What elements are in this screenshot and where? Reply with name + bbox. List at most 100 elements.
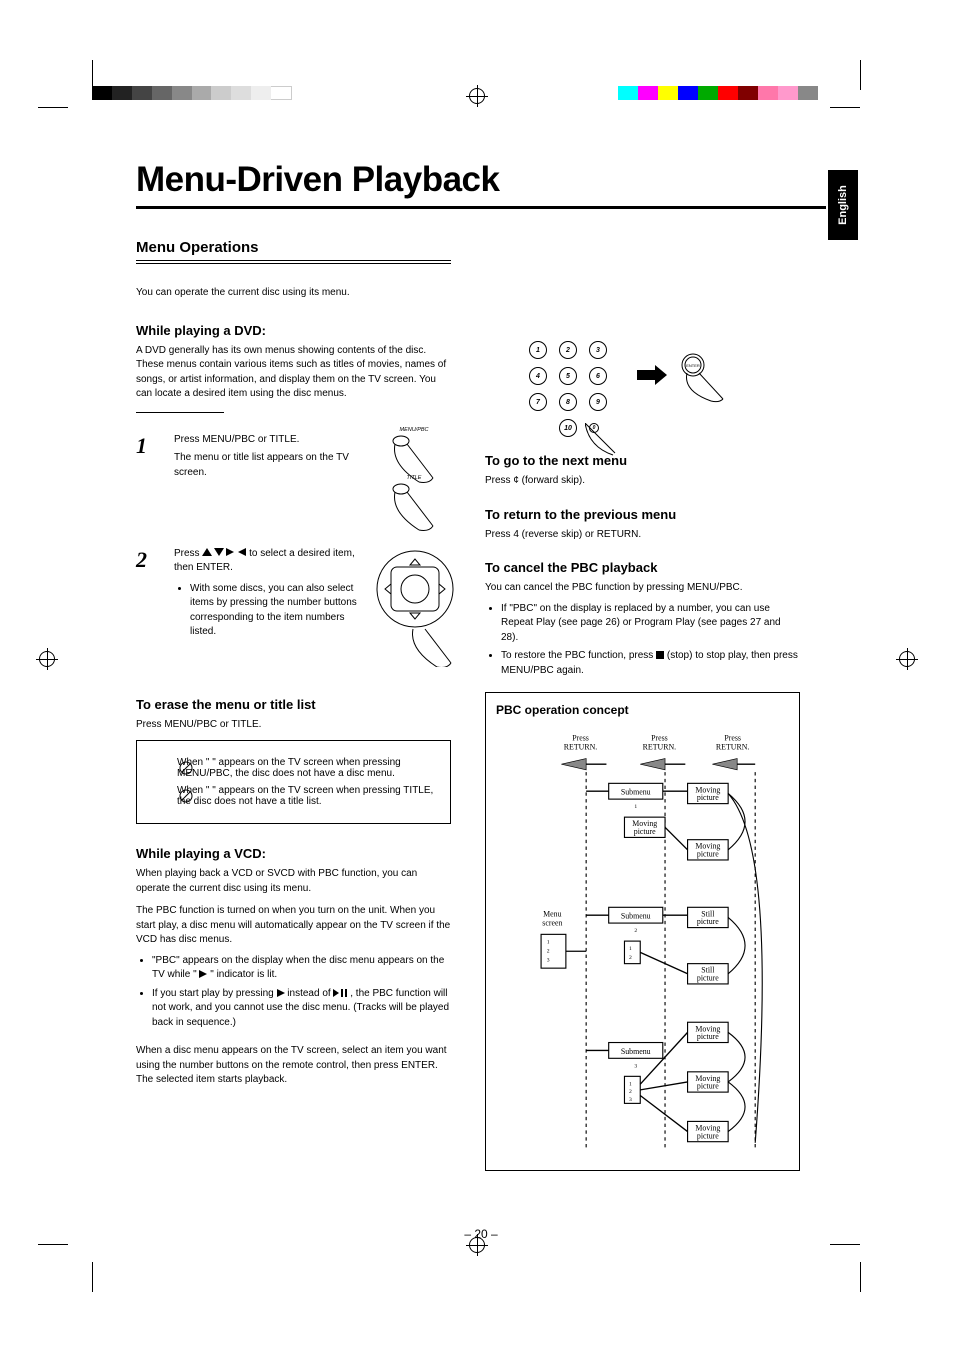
svg-text:Submenu: Submenu [621, 788, 651, 797]
left-arrow-icon [238, 548, 246, 556]
svg-text:picture: picture [697, 793, 719, 802]
intro-text: You can operate the current disc using i… [136, 286, 451, 301]
text: If "PBC" on the display is replaced by a… [501, 603, 781, 643]
vcd-p1: When playing back a VCD or SVCD with PBC… [136, 867, 451, 896]
svg-text:1: 1 [629, 946, 632, 952]
dvd-heading: While playing a DVD: [136, 323, 451, 338]
menu-pbc-label: MENU/PBC [389, 427, 439, 433]
svg-text:Submenu: Submenu [621, 1047, 651, 1056]
color-strip [618, 86, 818, 100]
registration-mark [466, 85, 488, 107]
stop-icon [656, 651, 664, 659]
text: Press [174, 548, 202, 559]
svg-text:RETURN.: RETURN. [716, 743, 750, 752]
bullet: With some discs, you can also select ite… [190, 582, 363, 640]
numpad-6: 6 [589, 367, 607, 385]
svg-text:1: 1 [634, 804, 637, 810]
language-label: English [837, 185, 849, 225]
svg-text:1: 1 [629, 1081, 632, 1087]
page-title: Menu-Driven Playback [136, 160, 826, 209]
vcd-p3: When a disc menu appears on the TV scree… [136, 1044, 451, 1088]
pbc-panel: PBC operation concept Press RETURN. Pres… [485, 692, 800, 1171]
short-rule [136, 412, 224, 413]
prohibit-icon [179, 761, 193, 775]
section-title: Menu Operations [136, 239, 451, 261]
numpad-2: 2 [559, 341, 577, 359]
svg-text:picture: picture [697, 1131, 719, 1140]
arrow-right-icon [637, 365, 667, 390]
crop-mark [38, 107, 68, 108]
page-number: – 20 – [136, 1227, 826, 1241]
right-column: 1 2 3 4 5 6 7 8 9 [485, 239, 800, 1171]
step-subtext: The menu or title list appears on the TV… [174, 451, 363, 480]
svg-text:2: 2 [629, 1089, 632, 1095]
dpad-icon [371, 547, 461, 667]
erase-heading: To erase the menu or title list [136, 697, 451, 712]
prev-heading: To return to the previous menu [485, 507, 800, 522]
crop-mark [830, 107, 860, 108]
rule [136, 263, 451, 264]
grayscale-strip [92, 86, 292, 100]
numpad-7: 7 [529, 393, 547, 411]
page: English Menu-Driven Playback Menu Operat… [0, 0, 954, 1352]
numpad-3: 3 [589, 341, 607, 359]
svg-text:Menu: Menu [543, 909, 561, 918]
note-box: When " " appears on the TV screen when p… [136, 740, 451, 824]
text: To restore the PBC function, press [501, 650, 656, 661]
svg-text:screen: screen [542, 918, 562, 927]
erase-line: Press MENU/PBC or TITLE. [136, 718, 451, 733]
registration-mark [36, 648, 58, 670]
play-icon [277, 989, 285, 997]
svg-text:picture: picture [697, 850, 719, 859]
svg-text:2: 2 [629, 955, 632, 961]
svg-text:3: 3 [547, 957, 550, 963]
right-arrow-icon [226, 548, 234, 556]
play-pause-icon [333, 989, 347, 997]
text: If you start play by pressing [152, 988, 277, 999]
step-text: Press MENU/PBC or TITLE. [174, 433, 363, 448]
title-label: TITLE [389, 475, 439, 481]
cancel-text: You can cancel the PBC function by press… [485, 581, 800, 596]
pbc-heading: PBC operation concept [496, 703, 789, 717]
numpad-1: 1 [529, 341, 547, 359]
step-number: 1 [136, 433, 166, 459]
crop-mark [860, 1262, 861, 1292]
step-text: Press to select a desired item, then ENT… [174, 547, 363, 576]
arrow-glyphs [202, 548, 249, 559]
bullet: "PBC" appears on the display when the di… [152, 954, 451, 983]
svg-text:Press: Press [651, 734, 668, 743]
numpad-8: 8 [559, 393, 577, 411]
step-number: 2 [136, 547, 166, 573]
step-1: 1 Press MENU/PBC or TITLE. The menu or t… [136, 433, 451, 517]
cancel-heading: To cancel the PBC playback [485, 560, 800, 575]
bullet: To restore the PBC function, press (stop… [501, 649, 800, 678]
number-pad-illustration: 1 2 3 4 5 6 7 8 9 [485, 253, 800, 443]
svg-text:Submenu: Submenu [621, 912, 651, 921]
down-arrow-icon [214, 548, 224, 556]
left-column: Menu Operations You can operate the curr… [136, 239, 451, 1171]
svg-text:picture: picture [697, 917, 719, 926]
dvd-intro: A DVD generally has its own menus showin… [136, 344, 451, 402]
pbc-diagram: Press RETURN. Press RETURN. Press RETURN… [496, 727, 789, 1155]
crop-mark [830, 1244, 860, 1245]
enter-button-icon: ENTER [677, 353, 727, 403]
numpad-5: 5 [559, 367, 577, 385]
crop-mark [92, 1262, 93, 1292]
svg-text:Press: Press [572, 734, 589, 743]
remote-tail-icon [585, 423, 635, 457]
play-icon [199, 970, 207, 978]
note-text: When " " appears on the TV screen when p… [177, 757, 436, 779]
svg-text:picture: picture [697, 974, 719, 983]
svg-text:3: 3 [634, 1063, 637, 1069]
text: "PBC" appears on the display when the di… [152, 955, 444, 981]
numpad-10: 10 [559, 419, 577, 437]
prev-line: Press 4 (reverse skip) or RETURN. [485, 528, 800, 543]
vcd-heading: While playing a VCD: [136, 846, 451, 861]
svg-text:RETURN.: RETURN. [643, 743, 677, 752]
svg-text:3: 3 [629, 1097, 632, 1103]
svg-text:1: 1 [547, 939, 550, 945]
numpad-9: 9 [589, 393, 607, 411]
svg-text:2: 2 [634, 928, 637, 934]
crop-mark [860, 60, 861, 90]
crop-mark [38, 1244, 68, 1245]
